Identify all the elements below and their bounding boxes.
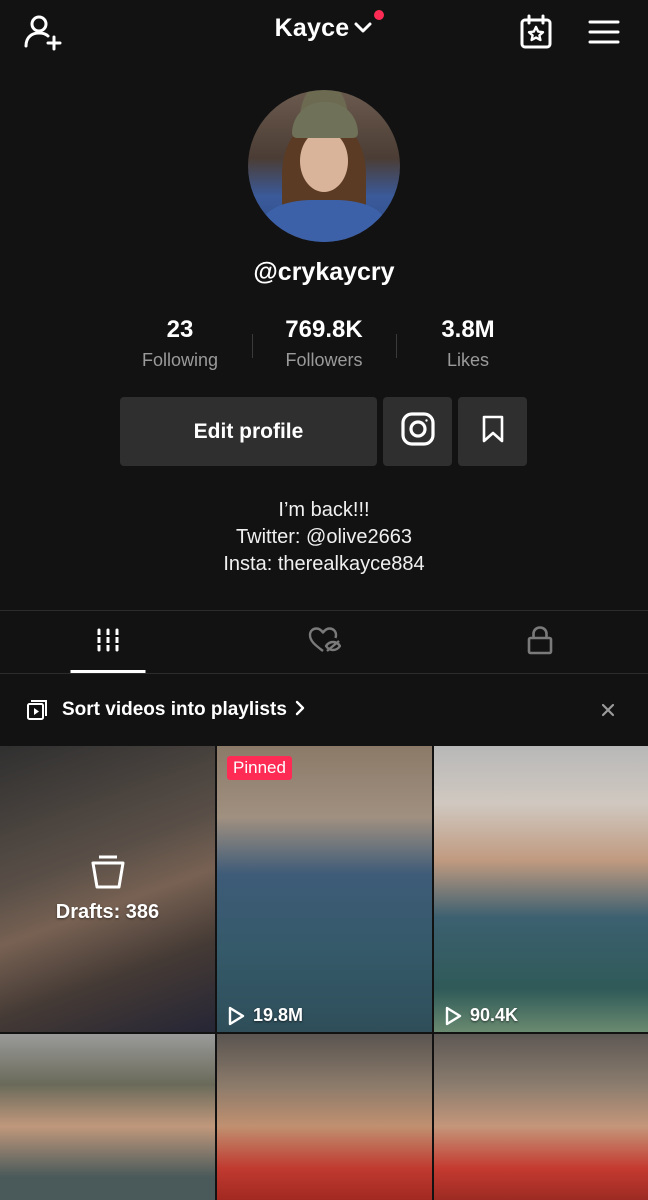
instagram-button[interactable] bbox=[383, 397, 452, 466]
stat-label: Followers bbox=[285, 350, 363, 370]
trash-icon bbox=[91, 855, 124, 889]
tab-videos[interactable] bbox=[0, 611, 216, 673]
bio-line: Twitter: @olive2663 bbox=[236, 526, 412, 548]
stat-value: 769.8K bbox=[285, 316, 363, 343]
bookmark-icon bbox=[481, 414, 505, 449]
drafts-tile[interactable]: Drafts: 386 bbox=[0, 746, 215, 1032]
bio-line: Insta: therealkayce884 bbox=[223, 553, 425, 575]
stat-value: 3.8M bbox=[441, 316, 495, 343]
view-count-text: 90.4K bbox=[470, 1005, 519, 1025]
chevron-down-icon[interactable] bbox=[353, 20, 373, 39]
video-tile[interactable]: Pinned 19.8M bbox=[217, 746, 432, 1032]
tab-private[interactable] bbox=[432, 611, 648, 673]
menu-icon[interactable] bbox=[586, 16, 622, 48]
stat-label: Following bbox=[141, 350, 219, 370]
chevron-right-icon bbox=[295, 700, 305, 721]
liked-hidden-icon bbox=[307, 626, 342, 659]
account-name[interactable]: Kayce bbox=[275, 14, 350, 43]
playlist-icon bbox=[26, 699, 48, 721]
favorites-button[interactable] bbox=[458, 397, 527, 466]
username: @crykaycry bbox=[253, 258, 395, 286]
grid-icon bbox=[95, 627, 121, 658]
stat-following[interactable]: 23 Following bbox=[108, 316, 252, 376]
view-count-text: 19.8M bbox=[253, 1005, 304, 1025]
lock-icon bbox=[527, 625, 553, 660]
pinned-badge: Pinned bbox=[227, 756, 292, 780]
bio-line: I’m back!!! bbox=[278, 499, 370, 521]
video-tile[interactable] bbox=[0, 1034, 215, 1200]
video-tile[interactable] bbox=[434, 1034, 648, 1200]
video-tile[interactable]: 90.4K bbox=[434, 746, 648, 1032]
playlist-banner-text[interactable]: Sort videos into playlists bbox=[62, 699, 287, 721]
profile-stats: 23 Following 769.8K Followers 3.8M Likes bbox=[108, 316, 540, 376]
divider bbox=[0, 673, 648, 674]
top-bar: Kayce bbox=[0, 0, 648, 64]
view-count: 90.4K bbox=[444, 1005, 518, 1026]
notification-dot bbox=[374, 10, 384, 20]
stat-value: 23 bbox=[166, 316, 194, 343]
stat-likes[interactable]: 3.8M Likes bbox=[396, 316, 540, 376]
video-tile[interactable] bbox=[217, 1034, 432, 1200]
play-icon bbox=[228, 1006, 245, 1025]
stat-followers[interactable]: 769.8K Followers bbox=[252, 316, 396, 376]
tab-liked[interactable] bbox=[216, 611, 432, 673]
bio: I’m back!!! Twitter: @olive2663 Insta: t… bbox=[0, 497, 648, 578]
play-icon bbox=[445, 1006, 462, 1025]
playlist-banner[interactable]: Sort videos into playlists bbox=[0, 684, 648, 736]
video-grid: Drafts: 386 Pinned 19.8M 90.4K bbox=[0, 746, 648, 1200]
drafts-overlay: Drafts: 386 bbox=[0, 854, 215, 924]
stat-label: Likes bbox=[446, 350, 490, 370]
view-count: 19.8M bbox=[227, 1005, 303, 1026]
instagram-icon bbox=[400, 411, 436, 452]
calendar-star-icon[interactable] bbox=[516, 12, 556, 52]
avatar[interactable] bbox=[248, 90, 400, 242]
drafts-label: Drafts: 386 bbox=[55, 901, 160, 923]
profile-actions: Edit profile bbox=[120, 397, 527, 466]
content-tabs bbox=[0, 611, 648, 673]
edit-profile-button[interactable]: Edit profile bbox=[120, 397, 377, 466]
close-icon[interactable] bbox=[598, 700, 618, 720]
